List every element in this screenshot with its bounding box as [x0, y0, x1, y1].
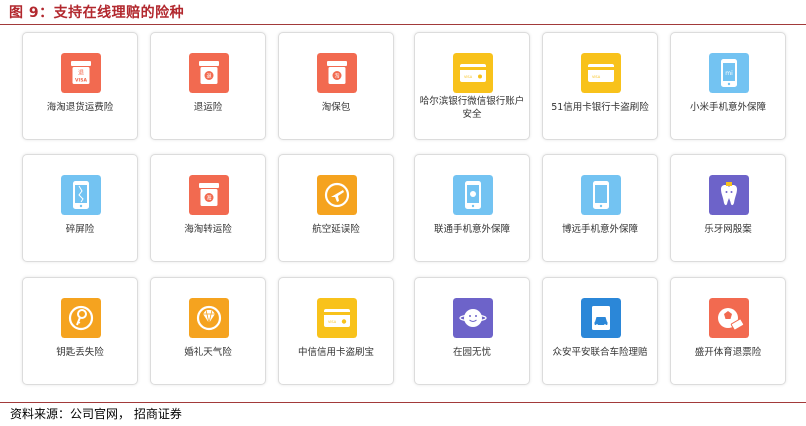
product-label: 退运险: [193, 102, 223, 113]
product-card: 盛开体育退票险: [670, 277, 786, 385]
product-label: 51信用卡银行卡盗刷险: [551, 102, 649, 113]
car-document-icon: [581, 298, 621, 338]
product-card: 婚礼天气险: [150, 277, 266, 385]
flight-delay-icon: [317, 175, 357, 215]
product-label: 婚礼天气险: [184, 347, 232, 358]
product-card: 淘 淘保包: [278, 32, 394, 140]
svg-text:VISA: VISA: [328, 320, 337, 324]
product-label: 小米手机意外保障: [689, 102, 766, 113]
product-card: 退 VISA 海淘退货运费险: [22, 32, 138, 140]
bank-card-icon: VISA: [453, 53, 493, 93]
transfer-bag-icon: 海: [189, 175, 229, 215]
svg-text:淘: 淘: [334, 73, 339, 80]
product-label: 海淘退货运费险: [46, 102, 114, 113]
footer-rule: [0, 402, 806, 403]
product-card: 博远手机意外保障: [542, 154, 658, 262]
svg-text:退: 退: [78, 69, 84, 77]
product-label: 哈尔滨银行微信银行账户安全: [419, 96, 525, 120]
cracked-screen-phone-icon: [61, 175, 101, 215]
svg-text:退: 退: [206, 73, 211, 80]
tooth-icon: [709, 175, 749, 215]
phone-icon: [453, 175, 493, 215]
product-label: 乐牙网殷案: [704, 224, 752, 235]
key-icon: [61, 298, 101, 338]
product-label: 中信信用卡盗刷宝: [297, 347, 374, 358]
product-label: 航空延误险: [312, 224, 360, 235]
svg-text:mi: mi: [725, 70, 733, 77]
svg-text:VISA: VISA: [592, 75, 601, 79]
product-grid: 退 VISA 海淘退货运费险 退 退运险 淘 淘保包 VISA 哈尔滨银行微信银行…: [0, 0, 806, 400]
svg-text:海: 海: [206, 195, 211, 202]
return-bag-icon: 退: [189, 53, 229, 93]
product-card: 海 海淘转运险: [150, 154, 266, 262]
product-label: 钥匙丢失险: [56, 347, 104, 358]
phone-icon: [581, 175, 621, 215]
product-card: 众安平安联合车险理赔: [542, 277, 658, 385]
diamond-ring-icon: [189, 298, 229, 338]
product-label: 海淘转运险: [184, 224, 232, 235]
product-label: 淘保包: [321, 102, 351, 113]
product-label: 联通手机意外保障: [433, 224, 510, 235]
product-card: VISA 哈尔滨银行微信银行账户安全: [414, 32, 530, 140]
product-label: 碎屏险: [65, 224, 95, 235]
source-note: 资料来源：公司官网， 招商证券: [10, 407, 182, 421]
product-label: 在园无忧: [452, 347, 491, 358]
return-bag-visa-icon: 退 VISA: [61, 53, 101, 93]
product-card: VISA 中信信用卡盗刷宝: [278, 277, 394, 385]
svg-text:VISA: VISA: [464, 75, 473, 79]
product-label: 博远手机意外保障: [561, 224, 638, 235]
ball-ticket-icon: [709, 298, 749, 338]
product-card: 退 退运险: [150, 32, 266, 140]
bank-card-icon: VISA: [581, 53, 621, 93]
shopping-bag-icon: 淘: [317, 53, 357, 93]
product-card: mi 小米手机意外保障: [670, 32, 786, 140]
product-card: 航空延误险: [278, 154, 394, 262]
product-card: VISA 51信用卡银行卡盗刷险: [542, 32, 658, 140]
bank-card-icon: VISA: [317, 298, 357, 338]
product-card: 碎屏险: [22, 154, 138, 262]
product-card: 在园无忧: [414, 277, 530, 385]
product-card: 乐牙网殷案: [670, 154, 786, 262]
face-icon: [453, 298, 493, 338]
product-card: 联通手机意外保障: [414, 154, 530, 262]
product-label: 众安平安联合车险理赔: [552, 347, 648, 358]
product-card: 钥匙丢失险: [22, 277, 138, 385]
product-label: 盛开体育退票险: [694, 347, 762, 358]
svg-text:VISA: VISA: [75, 78, 87, 84]
mi-phone-icon: mi: [709, 53, 749, 93]
